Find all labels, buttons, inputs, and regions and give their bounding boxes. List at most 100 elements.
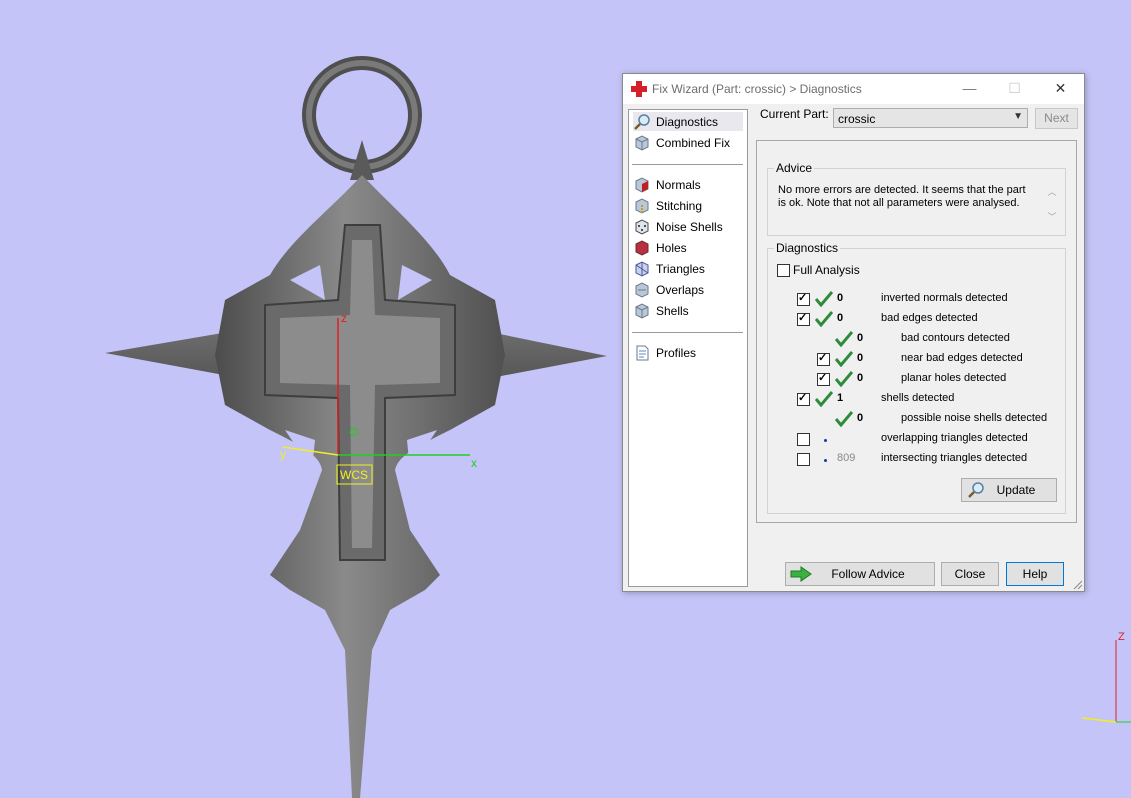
update-label: Update [996, 483, 1036, 497]
full-analysis-checkbox[interactable] [777, 264, 790, 277]
diag-count: 1 [837, 392, 844, 404]
cube-icon [635, 134, 649, 151]
nav-item-holes[interactable]: Holes [633, 238, 687, 257]
diag-row-checkbox[interactable] [797, 433, 810, 446]
diag-label: bad contours detected [901, 332, 1010, 344]
scroll-up-icon[interactable]: ︿ [1045, 185, 1059, 198]
diag-count: 0 [857, 352, 864, 364]
window-title: Fix Wizard (Part: crossic) > Diagnostics [652, 82, 862, 96]
current-part-label: Current Part: [760, 107, 829, 121]
content-panel: Advice No more errors are detected. It s… [756, 140, 1077, 523]
nav-item-label: Noise Shells [656, 219, 723, 234]
green-check-icon [815, 311, 833, 327]
diag-label: possible noise shells detected [901, 412, 1048, 424]
green-check-icon [835, 331, 853, 347]
diagnostics-group: Diagnostics Full Analysis 0 inverted nor… [767, 241, 1066, 514]
current-part-value: crossic [838, 112, 876, 126]
diag-label: bad edges detected [881, 312, 978, 324]
nav-item-shells[interactable]: Shells [633, 301, 689, 320]
scroll-down-icon[interactable]: ﹀ [1045, 210, 1059, 223]
triangles-cube-icon [635, 260, 649, 277]
axis-label-z: z [341, 311, 347, 325]
nav-item-label: Combined Fix [656, 135, 731, 150]
diag-row-checkbox[interactable] [797, 391, 810, 406]
fix-wizard-dialog: Fix Wizard (Part: crossic) > Diagnostics… [622, 73, 1085, 592]
magnifier-icon [968, 482, 984, 498]
close-button[interactable]: Close [941, 562, 999, 586]
nav-item-profiles[interactable]: Profiles [633, 343, 696, 362]
maximize-button: ☐ [1008, 80, 1021, 96]
orientation-triad: Z [1081, 631, 1131, 723]
profiles-icon [636, 345, 649, 360]
nav-separator [632, 332, 743, 333]
diag-count: 809 [837, 452, 856, 464]
nav-item-normals[interactable]: Normals [633, 175, 701, 194]
nav-item-triangles[interactable]: Triangles [633, 259, 705, 278]
nav-item-label: Shells [656, 303, 689, 318]
nav-item-label: Stitching [656, 198, 703, 213]
green-check-icon [815, 391, 833, 407]
diag-count: 0 [857, 412, 864, 424]
nav-item-noise-shells[interactable]: Noise Shells [633, 217, 723, 236]
diag-label: near bad edges detected [901, 352, 1023, 364]
nav-item-stitching[interactable]: Stitching [633, 196, 702, 215]
nav-item-combined-fix[interactable]: Combined Fix [633, 133, 730, 152]
follow-advice-button[interactable]: Follow Advice [785, 562, 935, 586]
diag-row-checkbox[interactable] [817, 351, 830, 366]
stitching-cube-icon [635, 197, 649, 214]
follow-advice-label: Follow Advice [831, 567, 905, 581]
holes-cube-icon [635, 239, 649, 256]
nav-item-diagnostics[interactable]: Diagnostics [633, 112, 743, 131]
axis-label-y: y [280, 447, 286, 461]
wcs-label: WCS [340, 468, 368, 482]
corner-axis-label-z: Z [1118, 631, 1125, 643]
diag-row-checkbox[interactable] [797, 311, 810, 326]
green-check-icon [835, 371, 853, 387]
diag-row-checkbox[interactable] [797, 453, 810, 466]
diag-label: planar holes detected [901, 372, 1007, 384]
nav-item-label: Diagnostics [656, 114, 719, 129]
diag-count: 0 [857, 332, 864, 344]
overlaps-cube-icon [635, 281, 649, 298]
diag-count: 0 [837, 292, 844, 304]
diag-count: 0 [837, 312, 844, 324]
minimize-button[interactable]: — [947, 74, 992, 104]
green-check-icon [835, 351, 853, 367]
chevron-down-icon: ▼ [1013, 111, 1023, 122]
diag-label: shells detected [881, 392, 955, 404]
noise-shells-icon [635, 218, 649, 235]
close-window-button[interactable]: ✕ [1038, 74, 1083, 104]
diag-count: 0 [857, 372, 864, 384]
diag-label: intersecting triangles detected [881, 452, 1028, 464]
wizard-nav-panel: Diagnostics Combined Fix Normals Stitchi… [628, 109, 748, 587]
red-cross-icon [631, 81, 647, 97]
advice-scrollbar[interactable]: ︿ ﹀ [1045, 185, 1059, 227]
green-arrow-icon [790, 566, 812, 582]
diag-row-checkbox[interactable] [797, 291, 810, 306]
green-check-icon [815, 291, 833, 307]
help-button[interactable]: Help [1006, 562, 1064, 586]
shells-cube-icon [635, 302, 649, 319]
advice-group-title: Advice [774, 161, 815, 175]
diag-label: inverted normals detected [881, 292, 1008, 304]
current-part-select[interactable]: crossic ▼ [833, 108, 1028, 128]
nav-separator [632, 164, 743, 165]
nav-item-label: Profiles [656, 345, 697, 360]
status-dot-icon [824, 439, 827, 442]
nav-item-label: Holes [656, 240, 687, 255]
status-dot-icon [824, 459, 827, 462]
next-button: Next [1035, 108, 1078, 129]
magnifier-icon [634, 113, 650, 130]
advice-text: No more errors are detected. It seems th… [778, 184, 1026, 209]
update-button[interactable]: Update [961, 478, 1057, 502]
normals-cube-icon [635, 176, 649, 193]
title-bar[interactable]: Fix Wizard (Part: crossic) > Diagnostics… [623, 74, 1084, 104]
advice-group: Advice No more errors are detected. It s… [767, 161, 1066, 236]
nav-item-overlaps[interactable]: Overlaps [633, 280, 704, 299]
nav-item-label: Triangles [656, 261, 705, 276]
cross-model [105, 56, 607, 798]
diagnostics-group-title: Diagnostics [774, 241, 841, 255]
diag-row-checkbox[interactable] [817, 371, 830, 386]
full-analysis-label: Full Analysis [793, 263, 860, 277]
resize-grip-icon[interactable] [1073, 580, 1083, 590]
